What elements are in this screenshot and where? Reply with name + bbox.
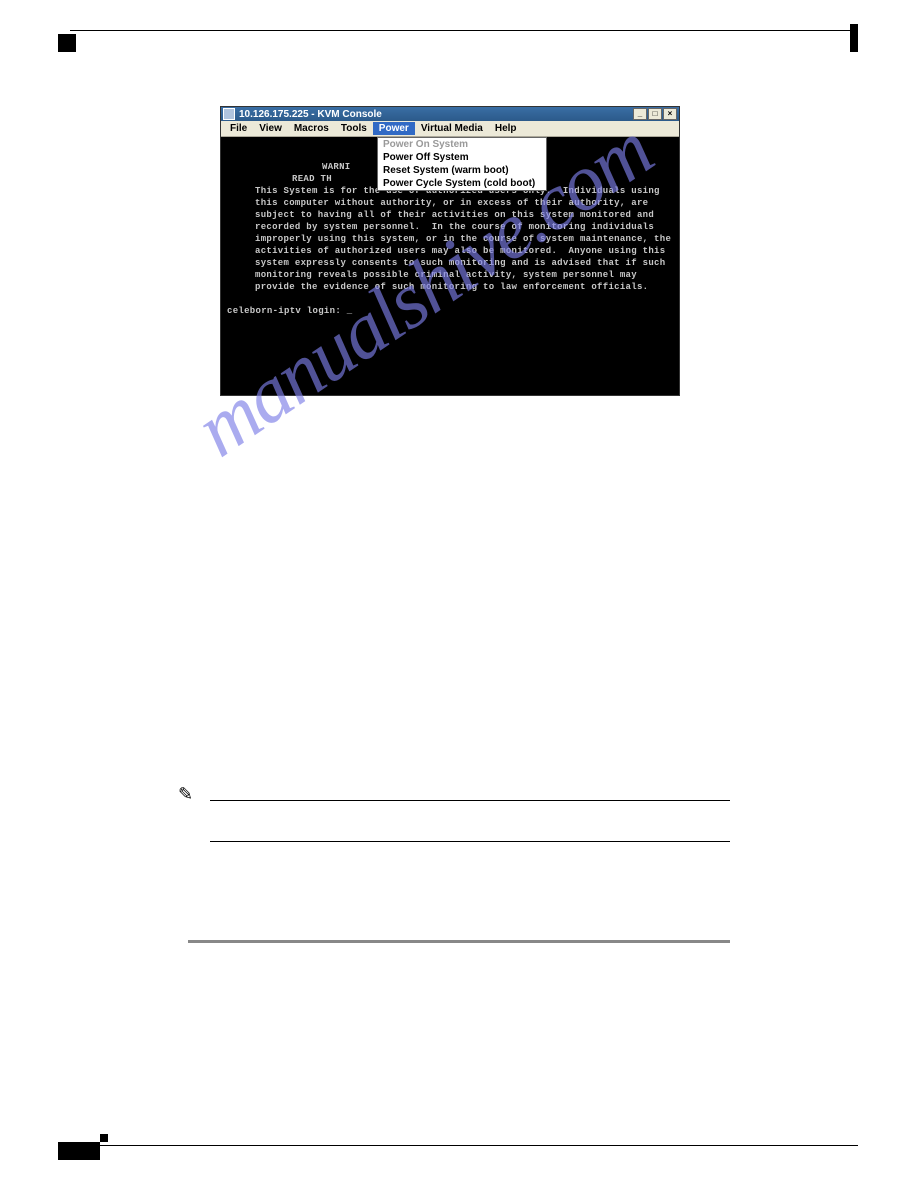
corner-marker: [100, 1134, 108, 1142]
titlebar: 10.126.175.225 - KVM Console _ □ ×: [221, 107, 679, 121]
corner-marker: [58, 34, 76, 52]
close-button[interactable]: ×: [663, 108, 677, 120]
corner-marker: [850, 24, 858, 52]
kvm-screenshot: 10.126.175.225 - KVM Console _ □ × File …: [220, 106, 680, 396]
menu-macros[interactable]: Macros: [288, 122, 335, 135]
window-controls: _ □ ×: [633, 108, 677, 120]
dd-power-cycle-cold[interactable]: Power Cycle System (cold boot): [378, 177, 546, 190]
note-rule: [210, 841, 730, 842]
note-rule: [210, 800, 730, 801]
power-dropdown: Power On System Power Off System Reset S…: [377, 137, 547, 191]
kvm-window: 10.126.175.225 - KVM Console _ □ × File …: [220, 106, 680, 396]
menu-power[interactable]: Power: [373, 122, 415, 135]
window-title: 10.126.175.225 - KVM Console: [239, 109, 382, 120]
menu-help[interactable]: Help: [489, 122, 523, 135]
section-divider: [188, 940, 730, 943]
dd-power-off[interactable]: Power Off System: [378, 151, 546, 164]
maximize-button[interactable]: □: [648, 108, 662, 120]
console-line: WARNI: [322, 162, 351, 172]
menu-file[interactable]: File: [224, 122, 253, 135]
console-warning-body: This System is for the use of authorized…: [255, 185, 673, 293]
console-viewport: WARNI READ TH LOGON This System is for t…: [221, 137, 679, 395]
dd-reset-warm[interactable]: Reset System (warm boot): [378, 164, 546, 177]
dd-power-on: Power On System: [378, 138, 546, 151]
menu-view[interactable]: View: [253, 122, 288, 135]
console-login-prompt[interactable]: celeborn-iptv login: _: [227, 306, 352, 316]
note-block: ✎: [210, 800, 730, 842]
app-icon: [223, 108, 235, 120]
menu-virtual-media[interactable]: Virtual Media: [415, 122, 489, 135]
minimize-button[interactable]: _: [633, 108, 647, 120]
menubar: File View Macros Tools Power Virtual Med…: [221, 121, 679, 137]
menu-tools[interactable]: Tools: [335, 122, 373, 135]
page-rule: [68, 1145, 858, 1146]
note-icon: ✎: [178, 784, 193, 805]
